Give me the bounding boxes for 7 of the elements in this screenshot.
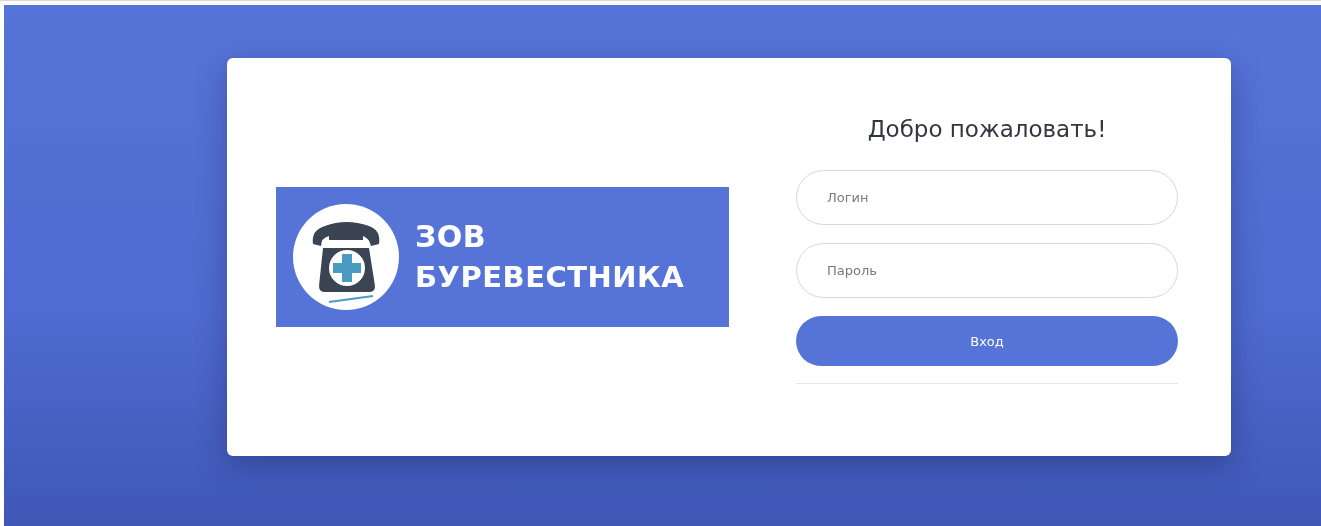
brand-name: ЗОВ bbox=[415, 220, 488, 254]
input-field[interactable]: Пароль bbox=[796, 243, 1178, 298]
welcome-title: Добро пожаловать! bbox=[866, 116, 1108, 142]
brand-name: БУРЕВЕСТНИКА bbox=[415, 260, 685, 294]
phone-medical-cross-icon bbox=[293, 204, 399, 310]
login-button[interactable]: Вход bbox=[796, 316, 1178, 366]
input-field[interactable]: Логин bbox=[796, 170, 1178, 225]
